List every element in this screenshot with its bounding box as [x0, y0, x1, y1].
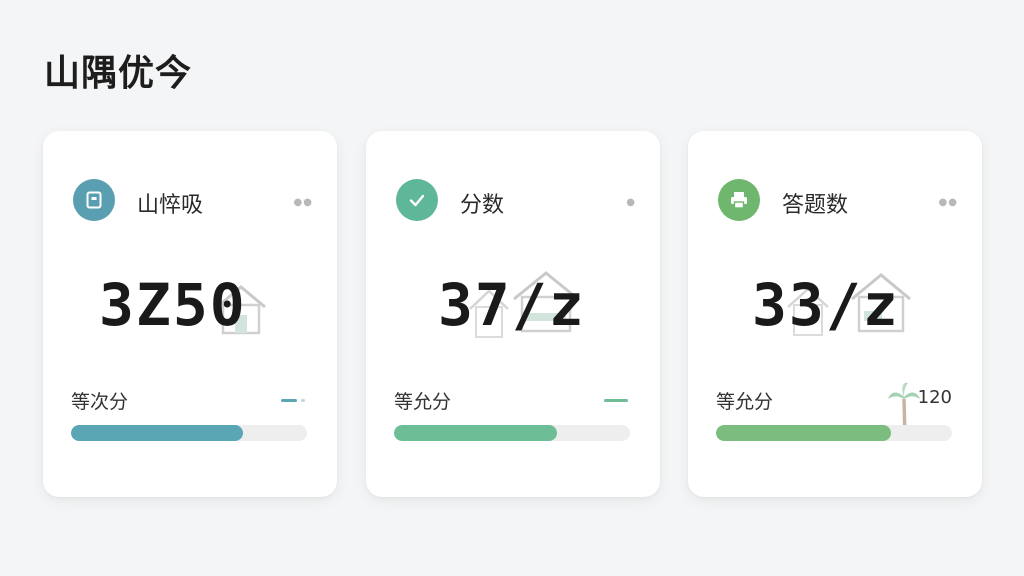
legend-dot	[301, 399, 305, 402]
more-icon[interactable]: ●●	[294, 197, 313, 208]
more-icon[interactable]: ●●	[939, 197, 958, 208]
stat-card-2[interactable]: 分数 ● 37/z 等允分	[366, 131, 660, 497]
progress-bar	[716, 425, 952, 441]
progress-fill	[716, 425, 891, 441]
progress-fill	[71, 425, 244, 441]
metric-value: 3Z50	[99, 271, 247, 339]
progress-fill	[394, 425, 557, 441]
card-header: 分数 ●	[396, 179, 636, 221]
card-title: 山悴吸	[137, 193, 204, 218]
value-area: 3Z50	[43, 271, 337, 351]
card-title: 分数	[460, 193, 505, 218]
card-header: 山悴吸 ●●	[73, 179, 313, 221]
stat-card-1[interactable]: 山悴吸 ●● 3Z50 等次分	[43, 131, 337, 497]
progress-bar	[71, 425, 307, 441]
card-title: 答题数	[782, 193, 849, 218]
value-area: 37/z	[366, 271, 660, 351]
metric-value: 37/z	[438, 271, 586, 339]
average-label: 等允分	[716, 391, 774, 413]
more-icon[interactable]: ●	[626, 197, 636, 208]
stat-card-3[interactable]: 答题数 ●● 33/z 等允分 120	[688, 131, 982, 497]
average-label: 等次分	[71, 391, 129, 413]
extra-value: 120	[917, 387, 952, 408]
average-label: 等允分	[394, 391, 452, 413]
card-header: 答题数 ●●	[718, 179, 958, 221]
value-area: 33/z	[688, 271, 982, 351]
check-icon	[396, 179, 438, 221]
page-title: 山隅优今	[44, 53, 193, 94]
progress-bar	[394, 425, 630, 441]
metric-value: 33/z	[752, 271, 900, 339]
legend-line	[604, 399, 628, 402]
document-icon	[73, 179, 115, 221]
printer-icon	[718, 179, 760, 221]
legend-line	[281, 399, 297, 402]
